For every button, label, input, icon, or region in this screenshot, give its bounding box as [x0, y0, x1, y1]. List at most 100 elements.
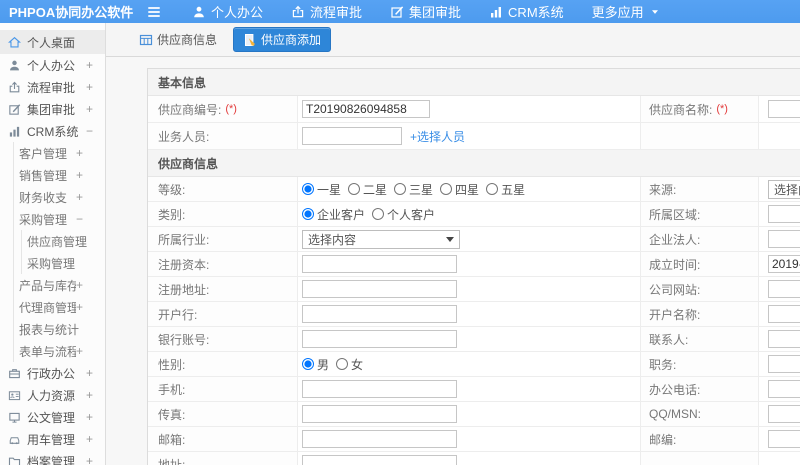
sidebar-item[interactable]: 行政办公 + — [0, 362, 105, 384]
expand-toggle-icon[interactable]: + — [76, 344, 83, 358]
field-input[interactable] — [302, 280, 457, 298]
radio-option[interactable]: 二星 — [348, 181, 387, 198]
form-field-cell: 选择内容 — [298, 227, 641, 251]
sidebar-item[interactable]: 个人办公 + — [0, 54, 105, 76]
field-input[interactable] — [768, 280, 800, 298]
expand-toggle-icon[interactable]: + — [76, 190, 83, 204]
field-input[interactable] — [302, 330, 457, 348]
sidebar-item[interactable]: 报表与统计 — [14, 318, 105, 340]
expand-toggle-icon[interactable]: − — [76, 212, 83, 226]
sidebar-item[interactable]: 产品与库存 + — [14, 274, 105, 296]
radio-input[interactable] — [348, 183, 361, 195]
sidebar-item[interactable]: 用车管理 + — [0, 428, 105, 450]
form-field-cell — [759, 327, 800, 351]
radio-input[interactable] — [336, 358, 349, 370]
select-person-link[interactable]: +选择人员 — [410, 128, 465, 145]
radio-option[interactable]: 一星 — [302, 181, 341, 198]
radio-option[interactable]: 五星 — [486, 181, 525, 198]
radio-option[interactable]: 企业客户 — [302, 206, 365, 223]
topbar-menu-item[interactable]: 集团审批 — [390, 2, 461, 21]
radio-option[interactable]: 三星 — [394, 181, 433, 198]
radio-input[interactable] — [440, 183, 453, 195]
expand-toggle-icon[interactable]: + — [86, 80, 93, 94]
field-input[interactable] — [768, 100, 800, 118]
topbar-menu-item[interactable]: 流程审批 — [291, 2, 362, 21]
field-input[interactable] — [768, 380, 800, 398]
field-input[interactable] — [768, 330, 800, 348]
field-input[interactable] — [302, 255, 457, 273]
sidebar-item[interactable]: 供应商管理 — [22, 230, 105, 252]
field-input[interactable] — [768, 405, 800, 423]
radio-label: 企业客户 — [317, 207, 366, 222]
radio-input[interactable] — [372, 208, 385, 220]
expand-toggle-icon[interactable]: + — [86, 432, 93, 446]
sidebar-item[interactable]: 财务收支 + — [14, 186, 105, 208]
expand-toggle-icon[interactable]: + — [86, 102, 93, 116]
form-label-cell: 开户行: — [148, 302, 298, 326]
field-input[interactable] — [302, 127, 402, 145]
field-input[interactable] — [768, 255, 800, 273]
sidebar-item[interactable]: CRM系统 − — [0, 120, 105, 142]
field-input[interactable] — [302, 455, 457, 465]
expand-toggle-icon[interactable]: − — [86, 124, 93, 138]
expand-toggle-icon[interactable]: + — [76, 300, 83, 314]
tab-supplier-info[interactable]: 供应商信息 — [133, 28, 223, 51]
radio-option[interactable]: 女 — [336, 356, 363, 373]
form-field-cell — [759, 352, 800, 376]
radio-input[interactable] — [394, 183, 407, 195]
field-select[interactable]: 选择内容 — [768, 179, 800, 199]
expand-toggle-icon[interactable]: + — [86, 410, 93, 424]
radio-input[interactable] — [302, 208, 314, 220]
radio-option[interactable]: 四星 — [440, 181, 479, 198]
sidebar-item[interactable]: 客户管理 + — [14, 142, 105, 164]
sidebar-item[interactable]: 人力资源 + — [0, 384, 105, 406]
content-area: 基本信息供应商编号:(*)供应商名称:(*)业务人员:+选择人员供应商信息等级:… — [106, 57, 800, 465]
topbar-menu-label: 个人办公 — [211, 5, 264, 20]
expand-toggle-icon[interactable]: + — [86, 366, 93, 380]
sidebar-item[interactable]: 集团审批 + — [0, 98, 105, 120]
form-label-cell: 办公电话: — [641, 377, 759, 401]
expand-toggle-icon[interactable]: + — [76, 278, 83, 292]
field-input[interactable] — [302, 430, 457, 448]
expand-toggle-icon[interactable]: + — [76, 168, 83, 182]
radio-input[interactable] — [302, 358, 314, 370]
tab-supplier-add[interactable]: 供应商添加 — [233, 27, 332, 52]
form-label-cell: 来源: — [641, 177, 759, 201]
expand-toggle-icon[interactable]: + — [86, 58, 93, 72]
field-input[interactable] — [302, 305, 457, 323]
field-input[interactable] — [302, 405, 457, 423]
sidebar-item[interactable]: 流程审批 + — [0, 76, 105, 98]
radio-input[interactable] — [486, 183, 499, 195]
radio-option[interactable]: 男 — [302, 356, 329, 373]
sidebar-item[interactable]: 档案管理 + — [0, 450, 105, 465]
field-select[interactable]: 选择内容 — [302, 229, 460, 249]
sidebar-item[interactable]: 采购管理 − — [14, 208, 105, 230]
radio-option[interactable]: 个人客户 — [372, 206, 435, 223]
expand-toggle-icon[interactable]: + — [86, 388, 93, 402]
sidebar-item[interactable]: 公文管理 + — [0, 406, 105, 428]
field-input[interactable] — [768, 430, 800, 448]
radio-input[interactable] — [302, 183, 314, 195]
sidebar-item-label: 集团审批 — [27, 102, 76, 117]
sidebar-item[interactable]: 销售管理 + — [14, 164, 105, 186]
field-input[interactable] — [768, 305, 800, 323]
field-input[interactable] — [302, 380, 457, 398]
field-input[interactable] — [768, 205, 800, 223]
expand-toggle-icon[interactable]: + — [76, 146, 83, 160]
field-input[interactable] — [302, 100, 430, 118]
page-edit-icon — [243, 33, 257, 47]
field-input[interactable] — [768, 230, 800, 248]
sidebar-item[interactable]: 个人桌面 — [0, 30, 105, 54]
form-row: 注册资本: 成立时间: — [148, 252, 800, 277]
field-input[interactable] — [768, 355, 800, 373]
sidebar-item[interactable]: 采购管理 — [22, 252, 105, 274]
sidebar-item[interactable]: 表单与流程设置+ — [14, 340, 105, 362]
hamburger-menu-icon[interactable] — [146, 4, 162, 20]
topbar-menu-item[interactable]: CRM系统 — [489, 2, 564, 21]
topbar-menu-item[interactable]: 个人办公 — [192, 2, 263, 21]
form-label-cell: 性别: — [148, 352, 298, 376]
sidebar-item[interactable]: 代理商管理 + — [14, 296, 105, 318]
form-field-cell — [759, 452, 800, 465]
expand-toggle-icon[interactable]: + — [86, 454, 93, 465]
topbar-menu-item[interactable]: 更多应用 — [592, 2, 661, 21]
